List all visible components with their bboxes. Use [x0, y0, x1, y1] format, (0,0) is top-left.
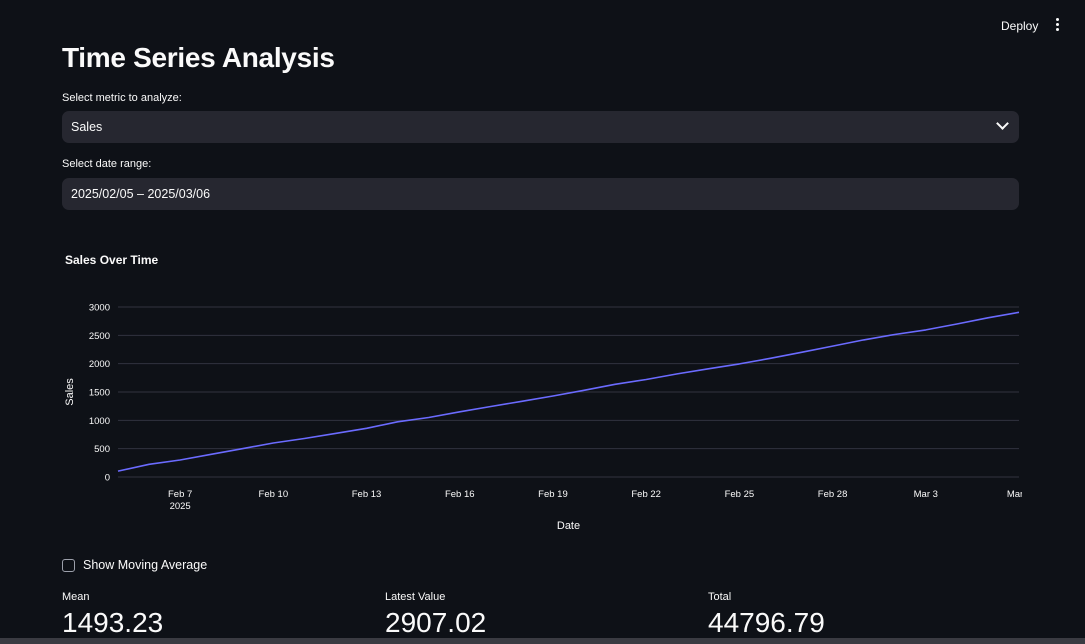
metric-latest: Latest Value 2907.02	[385, 591, 486, 639]
metric-label: Latest Value	[385, 591, 446, 603]
metric-label: Total	[708, 591, 732, 603]
x-tick-label: Mar 6	[1007, 489, 1022, 500]
x-tick-sublabel: 2025	[170, 501, 191, 512]
y-tick-label: 2500	[89, 331, 110, 342]
metric-mean: Mean 1493.23	[62, 591, 163, 639]
metric-value: 1493.23	[62, 607, 164, 638]
moving-average-label: Show Moving Average	[83, 558, 208, 572]
metric-label: Mean	[62, 591, 90, 603]
date-range-value: 2025/02/05 – 2025/03/06	[71, 187, 211, 201]
x-tick-label: Feb 16	[445, 489, 475, 500]
metric-select[interactable]: Sales	[62, 111, 1019, 143]
x-tick-label: Feb 10	[259, 489, 289, 500]
date-range-label: Select date range:	[62, 158, 152, 170]
x-tick-label: Feb 25	[725, 489, 755, 500]
chart-title: Sales Over Time	[65, 253, 159, 267]
moving-average-toggle[interactable]: Show Moving Average	[62, 558, 207, 572]
vertical-dots-icon[interactable]	[1050, 16, 1064, 36]
y-tick-label: 2000	[89, 359, 110, 370]
y-tick-label: 1000	[89, 416, 110, 427]
metric-total: Total 44796.79	[708, 591, 825, 639]
y-tick-label: 1500	[89, 388, 110, 399]
metric-value: 44796.79	[708, 607, 825, 638]
metric-select-label: Select metric to analyze:	[62, 92, 182, 104]
y-tick-label: 500	[94, 444, 110, 455]
deploy-button[interactable]: Deploy	[993, 17, 1046, 35]
y-tick-label: 3000	[89, 303, 110, 314]
horizontal-scrollbar[interactable]	[0, 638, 1085, 644]
x-tick-label: Feb 7	[168, 489, 192, 500]
metric-value: 2907.02	[385, 607, 487, 638]
metric-select-value: Sales	[71, 120, 103, 134]
date-range-input[interactable]: 2025/02/05 – 2025/03/06	[62, 178, 1019, 210]
x-tick-label: Feb 13	[352, 489, 382, 500]
moving-average-checkbox[interactable]	[62, 558, 75, 572]
x-axis-label: Date	[557, 520, 580, 532]
x-tick-label: Mar 3	[914, 489, 938, 500]
y-tick-label: 0	[105, 473, 110, 484]
x-tick-label: Feb 22	[631, 489, 661, 500]
page-title: Time Series Analysis	[62, 42, 335, 73]
x-tick-label: Feb 28	[818, 489, 848, 500]
y-axis-label: Sales	[64, 378, 76, 406]
sales-line-chart: 0 500 1000 1500 2000 2500 3000 Feb 72025 Feb 10 F…	[64, 303, 1022, 533]
x-tick-label: Feb 19	[538, 489, 568, 500]
chevron-down-icon	[996, 117, 1009, 130]
